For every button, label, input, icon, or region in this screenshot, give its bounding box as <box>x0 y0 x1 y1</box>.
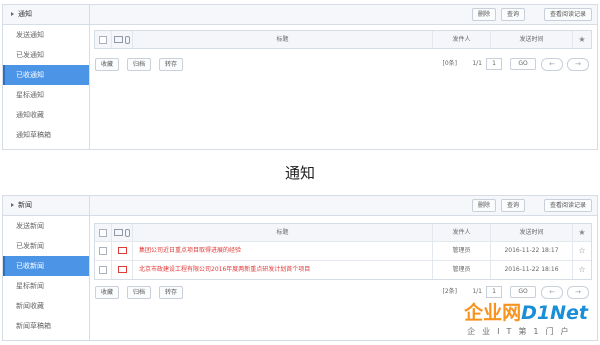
column-title[interactable]: 标题 <box>133 224 433 241</box>
page-input[interactable]: 1 <box>486 58 502 70</box>
sidebar-item-news-favorites[interactable]: 新闻收藏 <box>3 296 89 316</box>
read-log-button[interactable]: 查看阅读记录 <box>543 199 592 212</box>
sidebar-item-notice-drafts[interactable]: 通知草稿箱 <box>3 125 89 145</box>
arrow-left-icon[interactable]: ← <box>541 58 563 71</box>
sidebar-item-sent-news[interactable]: 已发新闻 <box>3 236 89 256</box>
star-icon[interactable]: ★ <box>573 31 591 48</box>
search-button[interactable]: 查询 <box>500 8 525 21</box>
news-title-link[interactable]: 北京市政建设工程有限公司2016年度两新重点研发计划首个项目 <box>133 261 433 279</box>
read-log-button[interactable]: 查看阅读记录 <box>543 8 592 21</box>
go-button[interactable]: GO <box>510 286 536 298</box>
watermark-brand-en: D1Net <box>521 302 588 324</box>
star-icon[interactable]: ★ <box>573 224 591 241</box>
envelope-icon <box>114 36 123 43</box>
select-all-checkbox[interactable] <box>95 224 112 241</box>
page-input[interactable]: 1 <box>486 286 502 298</box>
table-row[interactable]: 北京市政建设工程有限公司2016年度两新重点研发计划首个项目 管理员 2016-… <box>95 261 591 279</box>
column-sender[interactable]: 发件人 <box>433 31 491 48</box>
row-sender: 管理员 <box>433 261 491 279</box>
sidebar-item-news-drafts[interactable]: 新闻草稿箱 <box>3 316 89 336</box>
news-table: 标题 发件人 发送时间 ★ 集团公司近日重点项目取得进展的经验 管理员 2016… <box>94 223 592 280</box>
row-sender: 管理员 <box>433 242 491 260</box>
collect-button[interactable]: 收藏 <box>95 286 120 299</box>
triangle-right-icon <box>11 12 14 16</box>
notice-sidebar-header[interactable]: 通知 <box>3 5 89 25</box>
notice-panel: 通知 发送通知 已发通知 已收通知 星标通知 通知收藏 通知草稿箱 删除 查询 … <box>2 4 598 150</box>
page-indicator: 1/1 <box>472 60 482 67</box>
go-button[interactable]: GO <box>510 58 536 70</box>
d1net-watermark: 企业网D1Net 企业IT第1门户 <box>464 298 588 337</box>
column-send-time[interactable]: 发送时间 <box>491 31 573 48</box>
sidebar-item-sent-notice[interactable]: 已发通知 <box>3 45 89 65</box>
sidebar-item-starred-news[interactable]: 星标新闻 <box>3 276 89 296</box>
archive-button[interactable]: 归档 <box>127 286 152 299</box>
notice-toolbar: 删除 查询 查看阅读记录 <box>90 5 597 25</box>
envelope-icon <box>114 229 123 236</box>
column-send-time[interactable]: 发送时间 <box>491 224 573 241</box>
notice-table: 标题 发件人 发送时间 ★ <box>94 30 592 49</box>
news-sidebar: 新闻 发送新闻 已发新闻 已收新闻 星标新闻 新闻收藏 新闻草稿箱 <box>3 196 90 340</box>
sidebar-item-received-news[interactable]: 已收新闻 <box>3 256 89 276</box>
table-row[interactable]: 集团公司近日重点项目取得进展的经验 管理员 2016-11-22 18:17 ☆ <box>95 242 591 261</box>
record-count: [0条] <box>442 60 458 67</box>
row-time: 2016-11-22 18:17 <box>491 242 573 260</box>
star-icon[interactable]: ☆ <box>573 242 591 260</box>
forward-button[interactable]: 转存 <box>159 58 184 71</box>
caption-title: 通知 <box>284 164 315 182</box>
row-time: 2016-11-22 18:16 <box>491 261 573 279</box>
select-all-checkbox[interactable] <box>95 31 112 48</box>
delete-button[interactable]: 删除 <box>471 199 496 212</box>
notice-sidebar: 通知 发送通知 已发通知 已收通知 星标通知 通知收藏 通知草稿箱 <box>3 5 90 149</box>
archive-button[interactable]: 归档 <box>127 58 152 71</box>
paperclip-icon <box>125 35 130 44</box>
header-icons <box>112 31 133 48</box>
forward-button[interactable]: 转存 <box>159 286 184 299</box>
unread-mail-icon <box>112 242 133 260</box>
row-checkbox[interactable] <box>95 261 112 279</box>
unread-mail-icon <box>112 261 133 279</box>
table-header-row: 标题 发件人 发送时间 ★ <box>95 224 591 242</box>
column-sender[interactable]: 发件人 <box>433 224 491 241</box>
sidebar-item-starred-notice[interactable]: 星标通知 <box>3 85 89 105</box>
paperclip-icon <box>125 228 130 237</box>
sidebar-item-send-notice[interactable]: 发送通知 <box>3 25 89 45</box>
news-title-link[interactable]: 集团公司近日重点项目取得进展的经验 <box>133 242 433 260</box>
page-indicator: 1/1 <box>472 288 482 295</box>
row-checkbox[interactable] <box>95 242 112 260</box>
collect-button[interactable]: 收藏 <box>95 58 120 71</box>
record-count: [2条] <box>442 288 458 295</box>
notice-main: 删除 查询 查看阅读记录 标题 发件人 发送时间 ★ 收藏 归档 转存 [0条]… <box>90 5 597 149</box>
arrow-right-icon[interactable]: → <box>567 58 589 71</box>
sidebar-item-received-notice[interactable]: 已收通知 <box>3 65 89 85</box>
delete-button[interactable]: 删除 <box>471 8 496 21</box>
news-sidebar-header[interactable]: 新闻 <box>3 196 89 216</box>
sidebar-item-notice-favorites[interactable]: 通知收藏 <box>3 105 89 125</box>
news-toolbar: 删除 查询 查看阅读记录 <box>90 196 597 216</box>
sidebar-item-send-news[interactable]: 发送新闻 <box>3 216 89 236</box>
triangle-right-icon <box>11 203 14 207</box>
notice-footer: 收藏 归档 转存 [0条] 1/1 1 GO ← → <box>90 57 597 75</box>
column-title[interactable]: 标题 <box>133 31 433 48</box>
watermark-brand-cn: 企业网 <box>464 302 522 324</box>
search-button[interactable]: 查询 <box>500 199 525 212</box>
watermark-tagline: 企业IT第1门户 <box>467 327 576 336</box>
header-icons <box>112 224 133 241</box>
table-header-row: 标题 发件人 发送时间 ★ <box>95 31 591 48</box>
star-icon[interactable]: ☆ <box>573 261 591 279</box>
